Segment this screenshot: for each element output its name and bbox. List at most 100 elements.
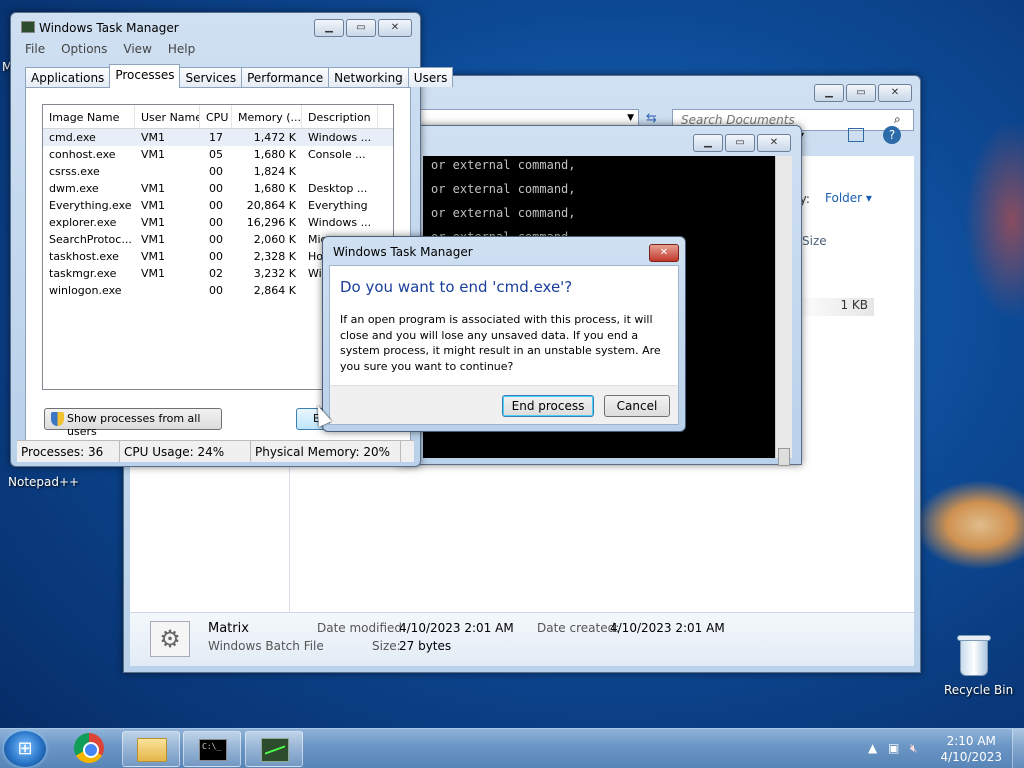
tab-performance[interactable]: Performance — [241, 67, 330, 87]
clock-time: 2:10 AM — [946, 734, 996, 748]
dialog-message: If an open program is associated with th… — [340, 313, 661, 373]
menu-options[interactable]: Options — [61, 42, 107, 56]
volume-muted-icon[interactable]: 🔇︎ — [910, 741, 918, 756]
clock[interactable]: 2:10 AM 4/10/2023 — [940, 733, 1002, 765]
recycle-bin-label[interactable]: Recycle Bin — [944, 683, 1013, 697]
desktop-icon-notepadpp-label[interactable]: Notepad++ — [8, 475, 79, 489]
detail-file-type: Windows Batch File — [208, 639, 324, 653]
process-row[interactable]: csrss.exe 00 1,824 K — [43, 163, 393, 180]
minimize-icon[interactable]: ▁ — [693, 134, 723, 152]
refresh-icon[interactable]: ⇆ — [646, 111, 657, 126]
system-tray: ▲ ▣ 🔇︎ 2:10 AM 4/10/2023 — [844, 729, 1024, 768]
dialog-body: Do you want to end 'cmd.exe'? If an open… — [329, 265, 679, 385]
process-row[interactable]: Everything.exe VM1 00 20,864 K Everything — [43, 197, 393, 214]
preview-pane-icon[interactable] — [848, 128, 864, 142]
arrange-by-dropdown[interactable]: Folder ▾ — [825, 191, 872, 205]
taskbar-explorer[interactable] — [122, 731, 180, 767]
process-cell-user — [135, 163, 200, 180]
column-image-name[interactable]: Image Name — [43, 105, 135, 128]
tab-applications[interactable]: Applications — [25, 67, 111, 87]
detail-created-value: 4/10/2023 2:01 AM — [610, 621, 725, 635]
status-physical-memory: Physical Memory: 20% — [251, 441, 401, 462]
status-processes: Processes: 36 — [17, 441, 120, 462]
menu-help[interactable]: Help — [168, 42, 195, 56]
network-icon[interactable]: ▣ — [888, 741, 899, 755]
uac-shield-icon — [51, 412, 64, 426]
dialog-caption-buttons: ✕ — [649, 244, 679, 262]
dialog-question: Do you want to end 'cmd.exe'? — [340, 278, 573, 296]
process-cell-name: conhost.exe — [49, 148, 116, 161]
close-icon[interactable]: ✕ — [649, 244, 679, 262]
maximize-icon[interactable]: ▭ — [725, 134, 755, 152]
process-row[interactable]: explorer.exe VM1 00 16,296 K Windows ... — [43, 214, 393, 231]
scrollbar-thumb[interactable] — [778, 448, 790, 466]
taskbar-cmd[interactable]: C:\_ — [183, 731, 241, 767]
close-icon[interactable]: ✕ — [378, 19, 412, 37]
process-cell-user: VM1 — [141, 250, 166, 263]
process-cell-user: VM1 — [141, 267, 166, 280]
batch-file-gear-icon: ⚙ — [150, 621, 190, 657]
column-user-name[interactable]: User Name — [135, 105, 200, 128]
close-icon[interactable]: ✕ — [878, 84, 912, 102]
process-row[interactable]: dwm.exe VM1 00 1,680 K Desktop ... — [43, 180, 393, 197]
arrange-by-value: Folder — [825, 191, 863, 205]
close-icon[interactable]: ✕ — [757, 134, 791, 152]
tab-users[interactable]: Users — [407, 67, 454, 87]
detail-size-value: 27 bytes — [399, 639, 452, 653]
process-cell-mem: 2,328 K — [253, 250, 296, 263]
process-cell-name: cmd.exe — [49, 131, 96, 144]
taskmgr-caption-buttons: ▁ ▭ ✕ — [314, 19, 412, 37]
process-cell-name: taskmgr.exe — [49, 267, 117, 280]
show-desktop-button[interactable] — [1012, 729, 1024, 768]
process-cell-name: dwm.exe — [49, 182, 99, 195]
process-cell-desc: Everything — [308, 199, 368, 212]
column-memory[interactable]: Memory (... — [232, 105, 302, 128]
chevron-down-icon[interactable]: ▼ — [627, 113, 634, 123]
menu-bar: File Options View Help — [15, 42, 195, 56]
process-cell-name: csrss.exe — [49, 165, 100, 178]
minimize-icon[interactable]: ▁ — [314, 19, 344, 37]
process-cell-cpu: 00 — [209, 284, 223, 297]
menu-file[interactable]: File — [25, 42, 45, 56]
column-description[interactable]: Description — [302, 105, 378, 128]
cmd-icon: C:\_ — [199, 739, 227, 761]
show-all-processes-button[interactable]: Show processes from all users — [44, 408, 222, 438]
explorer-caption-buttons: ▁ ▭ ✕ — [814, 84, 912, 102]
tab-networking[interactable]: Networking — [328, 67, 409, 87]
detail-modified-value: 4/10/2023 2:01 AM — [399, 621, 514, 635]
process-cell-cpu: 00 — [209, 165, 223, 178]
start-button-windows-icon[interactable]: ⊞ — [4, 731, 46, 767]
process-cell-user: VM1 — [141, 216, 166, 229]
end-process-confirm-button[interactable]: End process — [502, 395, 594, 417]
process-cell-cpu: 02 — [209, 267, 223, 280]
tab-processes[interactable]: Processes — [109, 64, 181, 88]
menu-view[interactable]: View — [123, 42, 151, 56]
file-size-cell[interactable]: 1 KB — [790, 298, 874, 316]
tab-services[interactable]: Services — [179, 67, 243, 87]
maximize-icon[interactable]: ▭ — [346, 19, 376, 37]
cmd-caption-buttons: ▁ ▭ ✕ — [693, 134, 791, 152]
recycle-bin-icon[interactable] — [956, 632, 992, 678]
process-row[interactable]: cmd.exe VM1 17 1,472 K Windows ... — [43, 129, 393, 146]
help-icon[interactable]: ? — [883, 126, 901, 144]
minimize-icon[interactable]: ▁ — [814, 84, 844, 102]
process-cell-cpu: 00 — [209, 182, 223, 195]
column-cpu[interactable]: CPU — [200, 105, 232, 128]
taskbar-task-manager[interactable] — [245, 731, 303, 767]
process-cell-cpu: 00 — [209, 199, 223, 212]
process-row[interactable]: conhost.exe VM1 05 1,680 K Console ... — [43, 146, 393, 163]
taskbar-chrome[interactable] — [60, 731, 118, 767]
process-cell-cpu: 00 — [209, 216, 223, 229]
maximize-icon[interactable]: ▭ — [846, 84, 876, 102]
bin-body — [960, 640, 988, 676]
show-hidden-icons-icon[interactable]: ▲ — [868, 741, 877, 755]
show-all-processes-label: Show processes from all users — [67, 412, 201, 438]
end-process-dialog[interactable]: Windows Task Manager ✕ Do you want to en… — [322, 236, 686, 432]
column-size-header[interactable]: Size — [802, 234, 827, 248]
process-cell-desc: Windows ... — [308, 216, 372, 229]
search-icon[interactable]: ⌕ — [894, 112, 901, 127]
console-scrollbar[interactable] — [775, 156, 792, 466]
chrome-icon — [74, 733, 104, 763]
details-pane: ⚙ Matrix Windows Batch File Date modifie… — [130, 612, 914, 666]
cancel-button[interactable]: Cancel — [604, 395, 670, 417]
